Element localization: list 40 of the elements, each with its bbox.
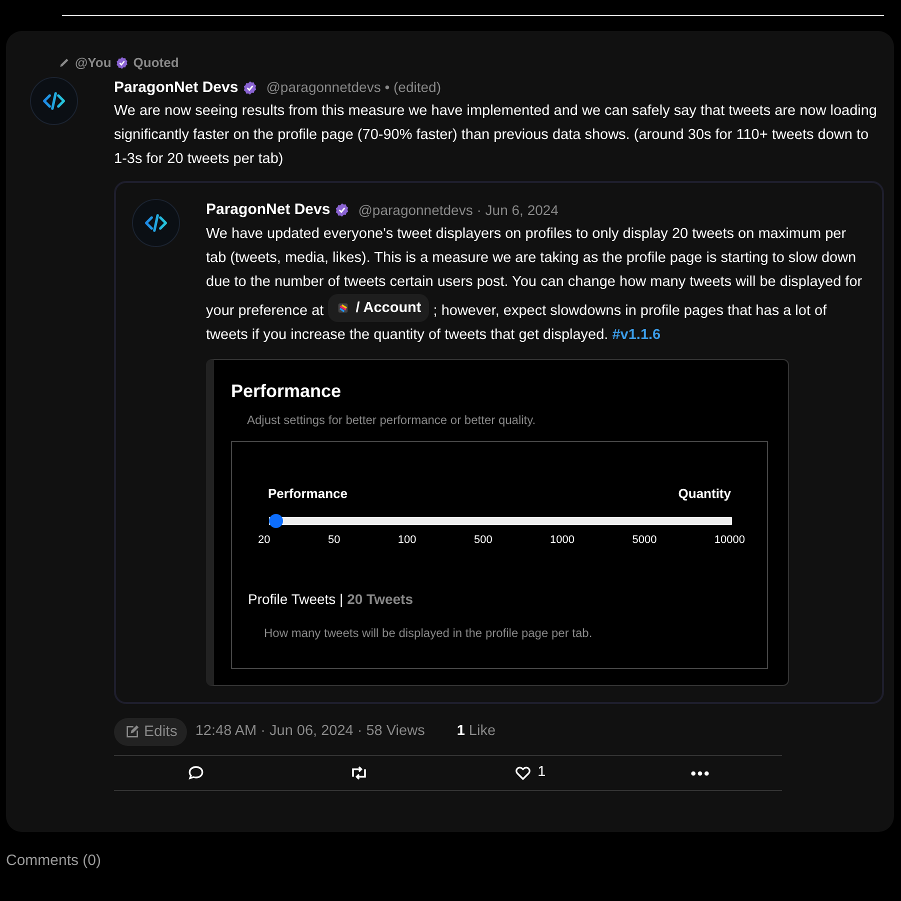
comments-heading: Comments (0) [6, 851, 102, 871]
pencil-icon [58, 56, 71, 70]
settings-title: Performance [231, 380, 342, 402]
edit-icon [124, 724, 140, 740]
tick-label: 100 [398, 533, 416, 548]
tick-label: 20 [258, 533, 270, 548]
avatar [132, 199, 180, 247]
tick-label: 5000 [632, 533, 657, 548]
quote-label: Quoted [133, 54, 179, 72]
post-text: We are now seeing results from this measure we have implemented and we can safely say that tweets are now loading significantly faster on the profile page (70-90% faster) than previous data shows. (around 30s for 110+ tweets down to 1-3s for 20 tweets per tab) [114, 102, 878, 169]
heart-icon [514, 764, 532, 782]
settings-subtitle: Adjust settings for better performance or better quality. [247, 412, 537, 428]
post-text: We have updated everyone's tweet displayers on profiles to only display 20 tweets on maximum per tab (tweets, media, likes). This is a measure we are taking as the profile page is starting to slow down due to the number of tweets certain users post. You can change how many tweets will be displayed for your preference at / Account ; however, expect slowdowns in profile pages that has a lot of tweets if you increase the quantity of tweets that get displayed. #v1.1.6 [206, 224, 864, 344]
tick-label: 50 [328, 533, 340, 548]
post-meta: @paragonnetdevs · Jun 6, 2024 [358, 200, 558, 220]
more-icon [691, 770, 710, 776]
repost-icon [350, 764, 368, 782]
setting-label: Profile Tweets | 20 Tweets [248, 590, 414, 609]
edits-button[interactable]: Edits [114, 718, 188, 746]
author-name: ParagonNet Devs [206, 200, 330, 220]
slider[interactable] [269, 514, 732, 528]
palette-icon [336, 300, 350, 314]
slider-label: Quantity [678, 484, 731, 503]
author-name: ParagonNet Devs [114, 78, 238, 98]
hashtag-link[interactable]: #v1.1.6 [612, 326, 661, 342]
avatar [30, 76, 78, 124]
tick-label: 500 [474, 533, 492, 548]
post-meta: @paragonnetdevs • (edited) [266, 78, 441, 98]
verified-icon [115, 56, 130, 70]
post-timestamp: 12:48 AM · Jun 06, 2024 · 58 Views [195, 722, 425, 741]
setting-help: How many tweets will be displayed in the profile page per tab. [264, 624, 594, 642]
like-button[interactable]: 1 [510, 762, 550, 784]
comment-icon [186, 764, 205, 782]
tick-label: 10000 [714, 533, 745, 548]
slider-label: Performance [268, 484, 348, 502]
tick-label: 1000 [550, 533, 575, 548]
account-link[interactable]: / Account [328, 294, 430, 322]
quote-author: @You [75, 54, 112, 72]
slider-thumb[interactable] [269, 514, 283, 528]
like-count: 1 Like [456, 722, 496, 741]
